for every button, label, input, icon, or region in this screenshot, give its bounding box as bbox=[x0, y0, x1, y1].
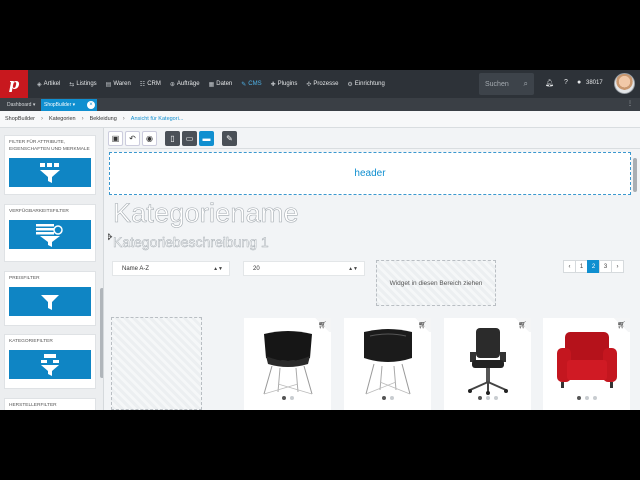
nav-item-prozesse[interactable]: ✣ Prozesse bbox=[306, 81, 338, 88]
user-id[interactable]: 38017 bbox=[586, 80, 603, 86]
nav-item-auftraege[interactable]: ⊕ Aufträge bbox=[170, 81, 200, 88]
product-image-office-chair bbox=[468, 328, 508, 395]
help-icon[interactable]: ? bbox=[564, 79, 568, 86]
image-carousel-dots[interactable] bbox=[244, 396, 331, 400]
move-icon[interactable]: ✥ bbox=[108, 232, 113, 243]
save-icon: ▣ bbox=[111, 133, 120, 143]
settings-icon: ⚙ bbox=[347, 81, 353, 88]
category-description[interactable]: Kategoriebeschreibung 1 bbox=[113, 234, 269, 251]
process-icon: ✣ bbox=[306, 81, 312, 88]
save-button[interactable]: ▣ bbox=[108, 130, 123, 146]
product-card[interactable]: 🛒︎ bbox=[244, 318, 331, 410]
category-filter-icon bbox=[9, 350, 91, 379]
user-icon: ● bbox=[577, 79, 582, 86]
more-vertical-icon[interactable]: ⋮ bbox=[627, 100, 633, 107]
eye-icon: ◉ bbox=[146, 133, 153, 143]
items-per-page-select[interactable]: 20 ▲▼ bbox=[243, 261, 365, 276]
cms-icon: ✎ bbox=[241, 81, 247, 88]
nav-item-cms[interactable]: ✎ CMS bbox=[241, 81, 261, 88]
product-image-black-chair bbox=[263, 331, 313, 395]
top-navigation: p ◈ Artikel ⇆ Listings ▤ Waren ☷ CRM ⊕ Aufträ… bbox=[0, 70, 640, 98]
empty-widget-placeholder[interactable] bbox=[111, 317, 202, 410]
nav-item-daten[interactable]: ▦ Daten bbox=[209, 81, 233, 88]
widget-drop-zone[interactable]: Widget in diesen Bereich ziehen bbox=[376, 260, 496, 306]
chevron-updown-icon: ▲▼ bbox=[213, 265, 223, 272]
widget-card-price-filter[interactable]: PREISFILTER bbox=[4, 271, 96, 326]
product-card[interactable]: 🛒︎ bbox=[444, 318, 531, 410]
view-tablet-button[interactable]: ▭ bbox=[182, 130, 197, 146]
search-icon: ⌕ bbox=[523, 79, 528, 88]
chevron-updown-icon: ▲▼ bbox=[348, 265, 358, 272]
product-image-red-armchair bbox=[557, 332, 617, 388]
chevron-right-icon: › bbox=[81, 116, 84, 122]
image-carousel-dots[interactable] bbox=[543, 396, 630, 400]
crm-icon: ☷ bbox=[139, 81, 146, 88]
undo-button[interactable]: ↶ bbox=[125, 130, 140, 146]
preview-button[interactable]: ◉ bbox=[142, 130, 157, 146]
widget-card-manufacturer-filter[interactable]: HERSTELLERFILTER bbox=[4, 398, 96, 410]
breadcrumb-item-active[interactable]: Ansicht für Kategori... bbox=[131, 116, 184, 122]
nav-item-plugins[interactable]: ✚ Plugins bbox=[271, 81, 298, 88]
search-input[interactable]: Suchen ⌕ bbox=[479, 73, 534, 95]
style-editor-button[interactable]: ✎ bbox=[222, 130, 237, 146]
nav-item-artikel[interactable]: ◈ Artikel bbox=[37, 81, 60, 88]
brush-icon: ✎ bbox=[226, 133, 233, 143]
close-icon[interactable]: × bbox=[87, 101, 95, 109]
product-image-black-chair bbox=[364, 329, 412, 395]
chevron-right-icon: › bbox=[40, 116, 43, 122]
attribute-filter-icon bbox=[9, 158, 91, 187]
nav-item-einrichtung[interactable]: ⚙ Einrichtung bbox=[347, 81, 384, 88]
goods-icon: ▤ bbox=[105, 81, 112, 88]
plugins-icon: ✚ bbox=[270, 81, 276, 88]
sidebar-scrollbar[interactable] bbox=[100, 288, 103, 378]
cart-icon: ⊕ bbox=[169, 81, 175, 88]
breadcrumb: ShopBuilder › Kategorien › Bekleidung › … bbox=[0, 111, 640, 128]
editor-toolbar: ▣ ↶ ◉ ▯ ▭ ▬ ✎ bbox=[108, 128, 640, 148]
view-mobile-button[interactable]: ▯ bbox=[165, 130, 180, 146]
tablet-icon: ▭ bbox=[185, 133, 194, 143]
tab-bar: Dashboard ▾ ShopBuilder ▾ × ⋮ bbox=[0, 98, 640, 111]
product-card[interactable]: 🛒︎ bbox=[543, 318, 630, 410]
widget-card-category-filter[interactable]: KATEGORIEFILTER bbox=[4, 334, 96, 389]
listings-icon: ⇆ bbox=[69, 81, 75, 88]
view-desktop-button[interactable]: ▬ bbox=[199, 130, 214, 146]
breadcrumb-item-bekleidung[interactable]: Bekleidung bbox=[90, 116, 117, 122]
tab-dashboard[interactable]: Dashboard ▾ bbox=[3, 99, 39, 110]
mobile-icon: ▯ bbox=[170, 133, 175, 143]
pagination: ‹ 1 2 3 › bbox=[563, 260, 624, 273]
breadcrumb-item-shopbuilder[interactable]: ShopBuilder bbox=[5, 116, 35, 122]
bell-icon[interactable]: 🔔︎ bbox=[545, 79, 554, 87]
category-name[interactable]: Kategoriename bbox=[113, 198, 299, 229]
canvas-scrollbar[interactable] bbox=[633, 158, 637, 192]
product-card[interactable]: 🛒︎ bbox=[344, 318, 431, 410]
nav-item-waren[interactable]: ▤ Waren bbox=[106, 81, 131, 88]
pagination-next[interactable]: › bbox=[611, 260, 624, 273]
price-filter-icon bbox=[9, 287, 91, 316]
shop-preview-canvas: header Kategoriename ✥ Kategoriebeschrei… bbox=[108, 150, 632, 410]
chevron-right-icon: › bbox=[122, 116, 125, 122]
nav-item-crm[interactable]: ☷ CRM bbox=[140, 81, 161, 88]
breadcrumb-item-kategorien[interactable]: Kategorien bbox=[49, 116, 76, 122]
plentymarkets-logo[interactable]: p bbox=[0, 70, 28, 98]
availability-filter-icon bbox=[9, 220, 91, 249]
sort-select[interactable]: Name A-Z ▲▼ bbox=[112, 261, 230, 276]
data-icon: ▦ bbox=[208, 81, 215, 88]
image-carousel-dots[interactable] bbox=[444, 396, 531, 400]
tag-icon: ◈ bbox=[37, 81, 42, 88]
avatar[interactable] bbox=[614, 73, 635, 94]
widget-sidebar: FILTER FÜR ATTRIBUTE, EIGENSCHAFTEN UND … bbox=[0, 128, 104, 410]
app-window: p ◈ Artikel ⇆ Listings ▤ Waren ☷ CRM ⊕ Aufträ… bbox=[0, 70, 640, 410]
widget-card-attribute-filter[interactable]: FILTER FÜR ATTRIBUTE, EIGENSCHAFTEN UND … bbox=[4, 135, 96, 195]
header-widget[interactable]: header bbox=[109, 152, 631, 195]
image-carousel-dots[interactable] bbox=[344, 396, 431, 400]
tab-shopbuilder[interactable]: ShopBuilder ▾ × bbox=[41, 99, 97, 111]
desktop-icon: ▬ bbox=[202, 133, 211, 143]
nav-item-listings[interactable]: ⇆ Listings bbox=[69, 81, 96, 88]
undo-icon: ↶ bbox=[129, 133, 136, 143]
widget-card-availability-filter[interactable]: VERFÜGBARKEITSFILTER bbox=[4, 204, 96, 262]
